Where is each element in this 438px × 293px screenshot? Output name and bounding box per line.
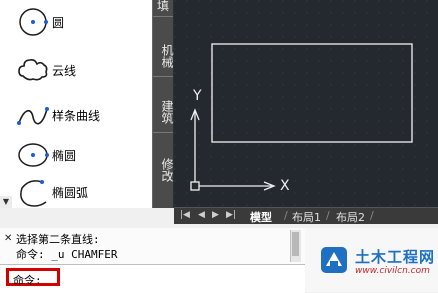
palette-corner-icon[interactable]: ▼: [0, 196, 12, 208]
tab-mechanical[interactable]: 机械: [153, 30, 174, 77]
tool-cloud[interactable]: 云线: [0, 52, 152, 88]
scrollbar-thumb[interactable]: [292, 232, 299, 256]
tool-palette: 圆 云线 样条曲线 椭圆 椭圆弧 ▼: [0, 0, 153, 208]
canvas-graphics: [174, 0, 438, 207]
tab-modify[interactable]: 修改: [153, 146, 174, 190]
x-axis-label: X: [280, 178, 290, 194]
layout-tabs-bar: |◀ ◀ ▶ ▶| 模型 / 布局1 / 布局2 /: [174, 207, 438, 224]
tool-elliptical-arc-label: 椭圆弧: [52, 186, 89, 200]
tool-spline[interactable]: 样条曲线: [0, 97, 152, 133]
civilcn-logo-icon: [321, 247, 347, 273]
watermark-title: 土木工程网: [355, 248, 436, 266]
tool-cloud-label: 云线: [52, 64, 77, 78]
next-tab-icon[interactable]: ▶: [212, 210, 219, 220]
elliptical-arc-icon: [20, 180, 47, 207]
cloud-icon: [18, 59, 48, 81]
command-input-row: 命令:: [0, 264, 305, 293]
y-axis-label: Y: [193, 88, 202, 104]
spline-icon: [17, 107, 49, 125]
command-history: ✕ 选择第二条直线: 命令: _u CHAMFER: [0, 228, 306, 264]
command-scrollbar[interactable]: [290, 230, 301, 262]
tab-separator: /: [284, 209, 288, 222]
tab-layout2[interactable]: 布局2: [336, 209, 365, 225]
history-line-2: 命令: _u CHAMFER: [16, 248, 118, 261]
close-icon[interactable]: ✕: [4, 233, 12, 244]
tab-separator-2: /: [326, 209, 330, 222]
tab-separator-3: /: [370, 209, 374, 222]
last-tab-icon[interactable]: ▶|: [226, 210, 236, 220]
circle-icon: [19, 8, 48, 36]
ellipse-icon: [18, 143, 49, 167]
prev-tab-icon[interactable]: ◀: [198, 210, 205, 220]
command-prompt-highlight: 命令:: [6, 268, 60, 287]
command-window: ✕ 选择第二条直线: 命令: _u CHAMFER 命令: 土木工程网 www.…: [0, 228, 438, 293]
tool-ellipse-label: 椭圆: [52, 149, 77, 163]
drawing-canvas[interactable]: Y X: [174, 0, 438, 207]
command-prompt: 命令:: [13, 274, 42, 287]
watermark: 土木工程网 www.civilcn.com: [305, 228, 438, 292]
tool-circle-label: 圆: [52, 16, 65, 30]
tool-ellipse[interactable]: 椭圆: [0, 137, 152, 173]
tool-spline-label: 样条曲线: [52, 109, 101, 123]
tab-layout1[interactable]: 布局1: [292, 209, 321, 225]
history-line-1: 选择第二条直线:: [16, 233, 100, 246]
first-tab-icon[interactable]: |◀: [180, 210, 190, 220]
tool-circle[interactable]: 圆: [0, 4, 152, 40]
command-input[interactable]: [66, 269, 300, 289]
tab-model[interactable]: 模型: [250, 209, 272, 225]
tool-elliptical-arc[interactable]: 椭圆弧: [0, 174, 152, 210]
tab-fill[interactable]: 填: [153, 0, 173, 17]
watermark-url: www.civilcn.com: [355, 266, 430, 276]
palette-tab-strip: 填 机械 建筑 修改: [152, 0, 174, 208]
tab-architecture[interactable]: 建筑: [153, 88, 174, 133]
